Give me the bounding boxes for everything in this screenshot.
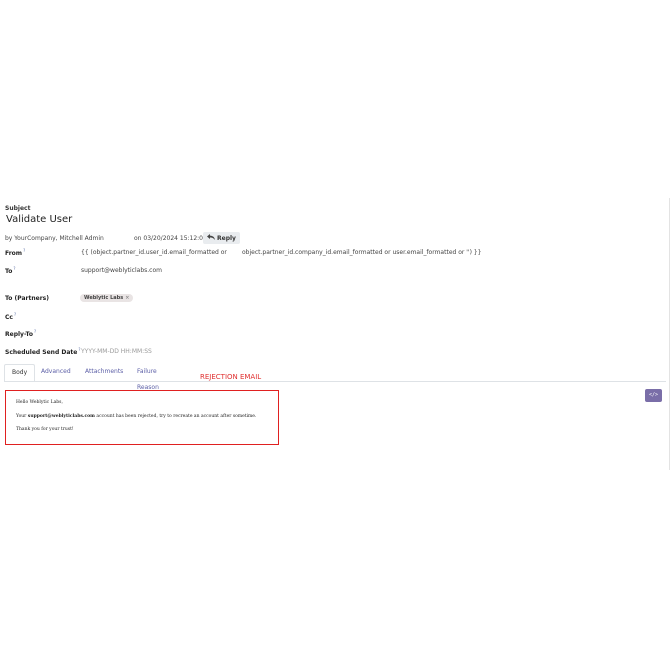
partner-tag-remove-icon[interactable]: × (125, 295, 129, 301)
from-help-icon[interactable]: ? (23, 248, 25, 253)
to-label-text: To (5, 268, 13, 275)
reply-label: Reply (217, 234, 236, 242)
reply-to-label-text: Reply-To (5, 331, 33, 338)
partner-tag[interactable]: Weblytic Labs × (80, 294, 134, 302)
tab-attachments[interactable]: Attachments (78, 364, 130, 380)
reply-to-help-icon[interactable]: ? (34, 329, 36, 334)
to-label: To? (5, 266, 16, 275)
from-label: From? (5, 248, 25, 257)
rejection-email-annotation: REJECTION EMAIL (200, 373, 262, 381)
reply-to-label: Reply-To? (5, 329, 36, 338)
by-prefix: by (5, 235, 13, 242)
from-value-line2[interactable]: object.partner_id.company_id.email_forma… (242, 249, 481, 256)
tab-divider (4, 381, 666, 382)
body-line-email: support@weblyticlabs.com (27, 414, 95, 419)
from-label-text: From (5, 250, 23, 257)
author-name: YourCompany, Mitchell Admin (14, 235, 104, 242)
body-rejection-line: Your support@weblyticlabs.com account ha… (16, 414, 256, 419)
mail-form: Subject Validate User by YourCompany, Mi… (0, 198, 670, 470)
scheduled-date-input[interactable]: YYYY-MM-DD HH:MM:SS (81, 348, 152, 355)
scheduled-date-label-text: Scheduled Send Date (5, 349, 78, 356)
scheduled-date-label: Scheduled Send Date? (5, 347, 80, 356)
subject-value[interactable]: Validate User (6, 214, 72, 225)
tab-failure-reason[interactable]: Failure Reason (130, 364, 166, 391)
message-date: on 03/20/2024 15:12:01 (134, 235, 207, 242)
cc-label-text: Cc (5, 314, 13, 321)
body-line-suffix: account has been rejected, try to recrea… (96, 414, 257, 419)
partner-tag-label: Weblytic Labs (84, 295, 124, 301)
body-greeting: Hello Weblytic Labs, (16, 400, 63, 405)
cc-help-icon[interactable]: ? (14, 312, 16, 317)
to-value[interactable]: support@weblyticlabs.com (81, 267, 162, 274)
reply-button[interactable]: Reply (203, 232, 240, 244)
to-partners-label: To (Partners) (5, 295, 49, 302)
code-view-button[interactable]: </> (645, 389, 662, 402)
to-help-icon[interactable]: ? (13, 266, 15, 271)
body-thanks: Thank you for your trust! (16, 427, 74, 432)
author-line: by YourCompany, Mitchell Admin (5, 235, 104, 242)
cc-label: Cc? (5, 312, 16, 321)
body-line-prefix: Your (16, 414, 27, 419)
from-value-line1[interactable]: {{ (object.partner_id.user_id.email_form… (81, 249, 227, 256)
tab-body[interactable]: Body (4, 364, 36, 382)
tab-advanced[interactable]: Advanced (34, 364, 78, 380)
reply-icon (207, 234, 215, 242)
subject-label: Subject (5, 205, 31, 212)
